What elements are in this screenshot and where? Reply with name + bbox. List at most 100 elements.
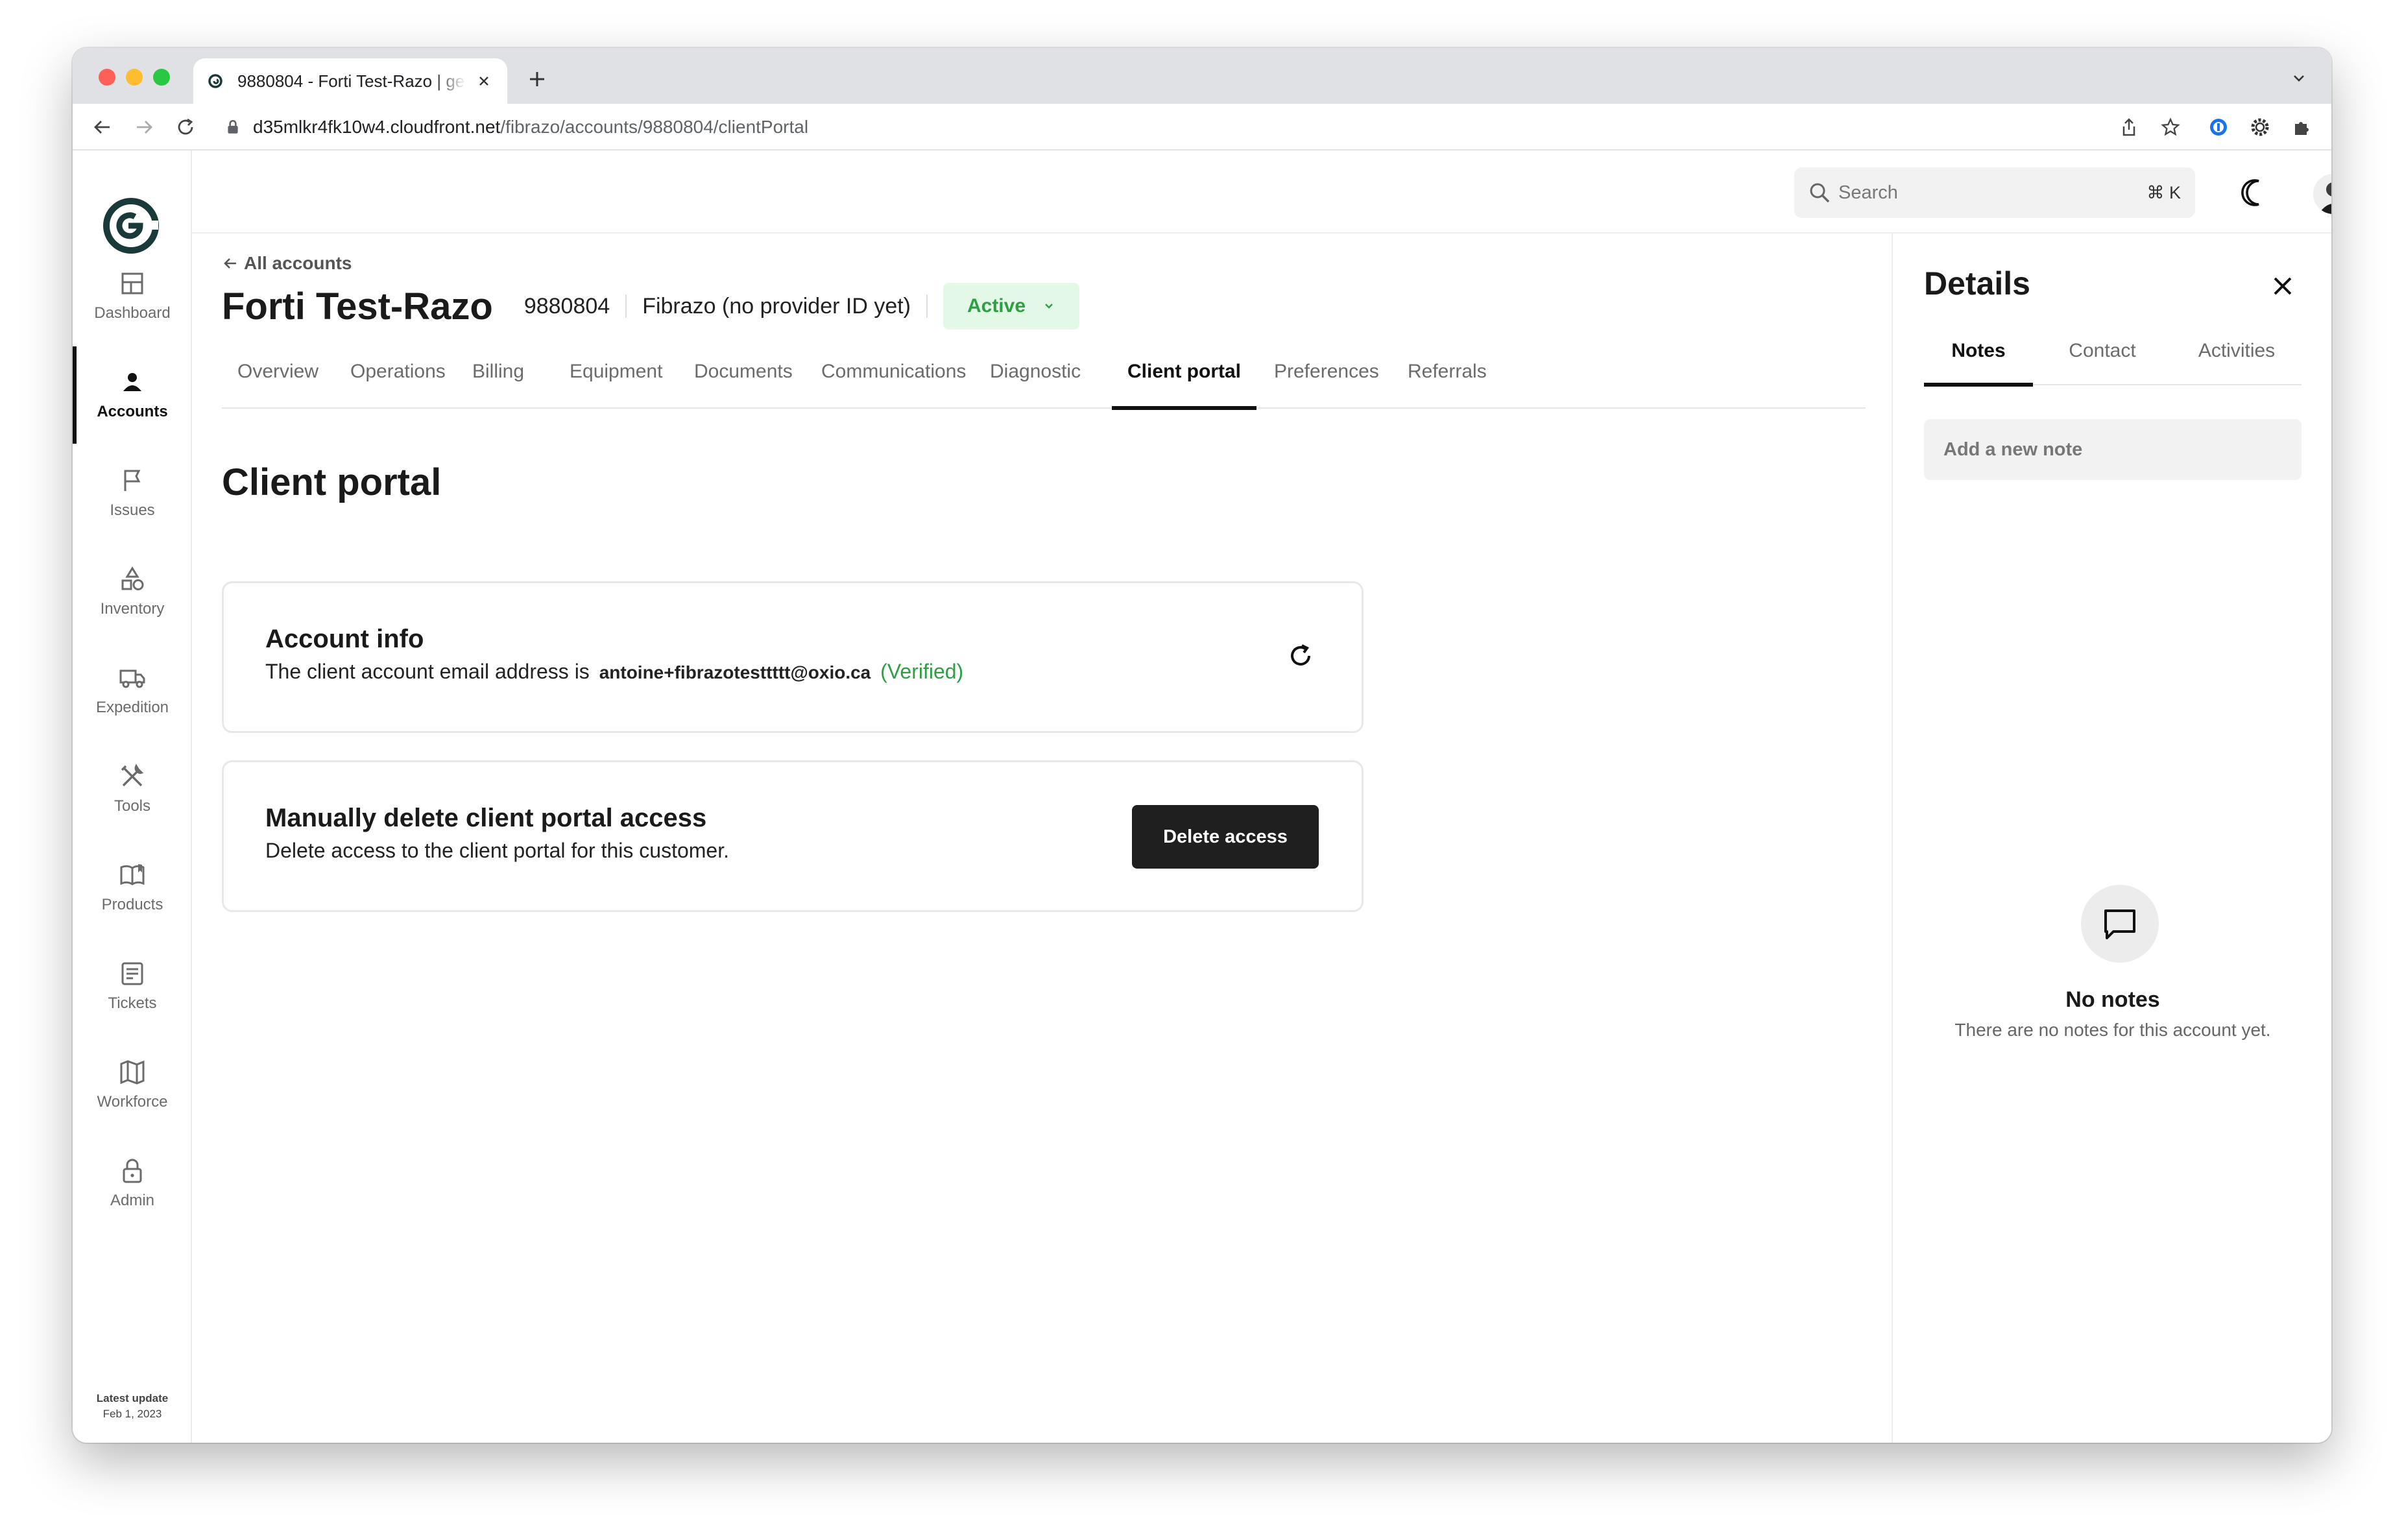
sidebar: Dashboard Accounts Issues Inventory Expe…	[73, 150, 192, 1443]
tab-equipment[interactable]: Equipment	[554, 357, 678, 409]
avatar[interactable]	[2313, 174, 2331, 214]
url-text: d35mlkr4fk10w4.cloudfront.net/fibrazo/ac…	[253, 117, 808, 138]
extension-gear-icon[interactable]	[2248, 115, 2272, 139]
chevron-down-icon	[1045, 304, 1053, 309]
tab-label: Equipment	[570, 361, 663, 382]
back-link-label: All accounts	[244, 253, 352, 273]
shapes-icon	[121, 566, 144, 590]
tab-label: Client portal	[1127, 361, 1242, 382]
layout-icon	[121, 272, 143, 295]
tab-billing[interactable]: Billing	[457, 357, 540, 409]
new-tab-icon[interactable]	[524, 66, 550, 92]
tab-label: Communications	[821, 361, 967, 382]
truck-icon	[119, 669, 145, 688]
tab-label: Activities	[2198, 340, 2276, 361]
url-host: d35mlkr4fk10w4.cloudfront.net	[253, 117, 501, 137]
sidebar-item-workforce[interactable]: Workforce	[73, 1046, 192, 1124]
url-path: /fibrazo/accounts/9880804/clientPortal	[500, 117, 809, 137]
tab-overview[interactable]: Overview	[222, 357, 334, 409]
tab-activities[interactable]: Activities	[2172, 332, 2302, 385]
email-prefix-text: The client account email address is	[265, 660, 590, 683]
sidebar-item-admin[interactable]: Admin	[73, 1144, 192, 1222]
lock-icon	[123, 1159, 142, 1183]
map-icon	[120, 1060, 145, 1085]
delete-access-button[interactable]: Delete access	[1132, 805, 1319, 869]
latest-update-title: Latest update	[96, 1392, 169, 1404]
refresh-icon[interactable]	[1285, 640, 1316, 671]
search-input[interactable]: Search ⌘ K	[1794, 167, 2195, 218]
app-logo-icon[interactable]	[100, 195, 162, 257]
tab-label: Overview	[237, 361, 319, 382]
sidebar-item-tools[interactable]: Tools	[73, 750, 192, 828]
extension-1password-icon[interactable]	[2207, 115, 2230, 139]
tab-label: Documents	[694, 361, 793, 382]
back-to-accounts-link[interactable]: All accounts	[222, 253, 352, 274]
tab-label: Operations	[350, 361, 446, 382]
empty-notes-illustration	[2081, 885, 2159, 963]
verified-badge: (Verified)	[880, 660, 964, 683]
account-provider: Fibrazo (no provider ID yet)	[642, 295, 928, 318]
account-info-description: The client account email address is anto…	[265, 660, 963, 684]
sidebar-item-expedition[interactable]: Expedition	[73, 651, 192, 729]
minimize-window-button[interactable]	[126, 69, 143, 86]
app-header: Search ⌘ K	[192, 150, 2331, 234]
status-badge: Active	[967, 295, 1026, 317]
tab-contact[interactable]: Contact	[2043, 332, 2161, 385]
details-tabs: Notes Contact Activities	[1924, 332, 2302, 387]
delete-access-title: Manually delete client portal access	[265, 804, 707, 832]
sidebar-item-label: Tools	[114, 797, 151, 815]
sidebar-item-label: Workforce	[97, 1093, 168, 1111]
tab-operations[interactable]: Operations	[335, 357, 461, 409]
client-email: antoine+fibrazotesttttt@oxio.ca	[599, 662, 871, 682]
lock-icon	[228, 119, 238, 134]
tab-client-portal[interactable]: Client portal	[1112, 357, 1257, 410]
ticket-icon	[121, 962, 143, 985]
sidebar-item-dashboard[interactable]: Dashboard	[73, 257, 192, 335]
close-icon[interactable]	[2269, 272, 2296, 300]
add-note-placeholder: Add a new note	[1943, 439, 2083, 460]
delete-access-card: Manually delete client portal access Del…	[222, 760, 1364, 912]
back-arrow-icon[interactable]	[91, 115, 114, 139]
tab-label: Preferences	[1274, 361, 1379, 382]
sidebar-item-products[interactable]: Products	[73, 848, 192, 926]
account-id: 9880804	[524, 295, 627, 318]
empty-notes-title: No notes	[2065, 987, 2160, 1012]
search-placeholder: Search	[1838, 182, 1898, 203]
sidebar-item-tickets[interactable]: Tickets	[73, 947, 192, 1025]
forward-arrow-icon[interactable]	[132, 115, 156, 139]
tab-label: Diagnostic	[990, 361, 1081, 382]
extensions-puzzle-icon[interactable]	[2290, 115, 2313, 139]
browser-tab-active[interactable]: 9880804 - Forti Test-Razo | gestion	[193, 58, 507, 104]
tab-referrals[interactable]: Referrals	[1392, 357, 1502, 409]
sidebar-item-inventory[interactable]: Inventory	[73, 553, 192, 631]
sidebar-item-accounts[interactable]: Accounts	[73, 346, 192, 444]
user-avatar-icon	[2313, 174, 2331, 214]
tab-communications[interactable]: Communications	[806, 357, 981, 409]
share-icon[interactable]	[2117, 115, 2141, 139]
tab-preferences[interactable]: Preferences	[1258, 357, 1395, 409]
tools-icon	[121, 764, 144, 787]
account-info-card: Account info The client account email ad…	[222, 581, 1364, 733]
empty-notes-subtitle: There are no notes for this account yet.	[1954, 1020, 2271, 1040]
bookmark-star-icon[interactable]	[2159, 115, 2182, 139]
tab-documents[interactable]: Documents	[679, 357, 808, 409]
close-tab-icon[interactable]	[475, 72, 493, 90]
browser-window: 9880804 - Forti Test-Razo | gestion d35m…	[73, 48, 2331, 1443]
app-root: Dashboard Accounts Issues Inventory Expe…	[73, 150, 2331, 1443]
tab-search-icon[interactable]	[2289, 67, 2309, 88]
reload-icon[interactable]	[174, 115, 197, 139]
maximize-window-button[interactable]	[153, 69, 170, 86]
tab-label: Billing	[472, 361, 525, 382]
sidebar-item-issues[interactable]: Issues	[73, 454, 192, 532]
address-bar[interactable]: d35mlkr4fk10w4.cloudfront.net/fibrazo/ac…	[214, 108, 2143, 147]
add-note-input[interactable]: Add a new note	[1924, 419, 2302, 480]
status-dropdown[interactable]: Active	[943, 283, 1079, 330]
tab-diagnostic[interactable]: Diagnostic	[974, 357, 1096, 409]
tab-notes[interactable]: Notes	[1924, 332, 2033, 387]
search-icon	[1810, 183, 1830, 203]
search-shortcut: ⌘ K	[2146, 182, 2181, 202]
moon-icon[interactable]	[2239, 178, 2269, 208]
flag-icon	[124, 470, 141, 491]
close-window-button[interactable]	[99, 69, 115, 86]
favicon-icon	[208, 74, 222, 88]
